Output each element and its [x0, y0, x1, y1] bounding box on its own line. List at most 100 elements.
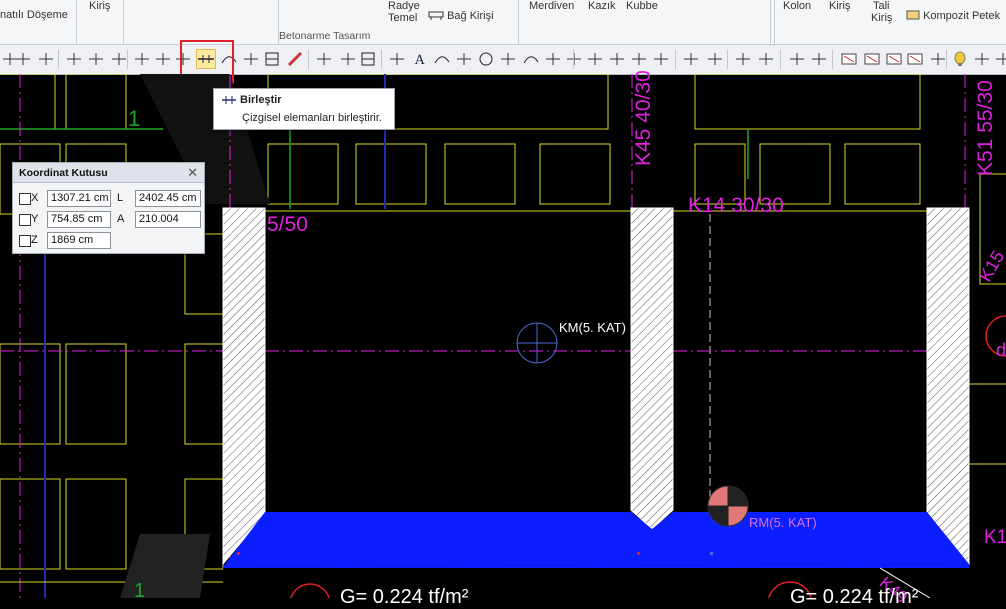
l-label: L	[117, 192, 124, 204]
ribbon-separator	[770, 0, 771, 44]
array-icon[interactable]	[315, 50, 333, 68]
rect-icon[interactable]	[263, 50, 281, 68]
z-checkbox[interactable]	[19, 235, 31, 247]
coordinate-box-titlebar[interactable]: Koordinat Kutusu ✕	[13, 163, 204, 183]
ramp-icon[interactable]	[544, 50, 562, 68]
table-icon[interactable]	[359, 50, 377, 68]
level-icon[interactable]	[682, 50, 700, 68]
ribbon-separator	[123, 0, 124, 44]
x-label: X	[31, 192, 39, 204]
save-icon[interactable]	[339, 50, 357, 68]
circle-icon[interactable]	[477, 50, 495, 68]
pin-icon[interactable]	[14, 50, 32, 68]
wall-middle	[630, 207, 674, 530]
split-icon[interactable]	[154, 50, 172, 68]
ribbon-item-kubbe[interactable]: Kubbe	[626, 0, 658, 12]
3r-icon[interactable]	[885, 50, 903, 68]
camera-icon[interactable]	[706, 50, 724, 68]
label-k1: K1	[984, 527, 1006, 548]
area-icon[interactable]	[652, 50, 670, 68]
coordinate-box-title: Koordinat Kutusu	[19, 167, 108, 179]
z-field[interactable]: 1869 cm	[47, 232, 111, 249]
hatch-icon[interactable]	[586, 50, 604, 68]
dim-icon[interactable]	[87, 50, 105, 68]
y-field[interactable]: 754.85 cm	[47, 211, 111, 228]
composite-icon	[906, 10, 920, 20]
shape-icon[interactable]	[110, 50, 128, 68]
ribbon-item-kazik[interactable]: Kazık	[588, 0, 616, 12]
ribbon-item-tali[interactable]: Tali	[873, 0, 890, 12]
paste-icon[interactable]	[757, 50, 775, 68]
ribbon-item-tali-kiris[interactable]: Kiriş	[871, 12, 892, 24]
tag-icon[interactable]	[630, 50, 648, 68]
toolbar-separator	[946, 50, 947, 69]
toolbar-separator	[573, 50, 574, 69]
close-icon[interactable]: ✕	[187, 165, 198, 181]
arrow-icon[interactable]	[788, 50, 806, 68]
x-field[interactable]: 1307.21 cm	[47, 190, 111, 207]
layer-icon[interactable]	[994, 50, 1006, 68]
a-field[interactable]: 210.004	[135, 211, 201, 228]
ribbon-item-kompozit-petek[interactable]: Kompozit Petek	[906, 10, 1000, 22]
l-field[interactable]: 2402.45 cm	[135, 190, 201, 207]
cross-icon[interactable]	[810, 50, 828, 68]
fillet-icon[interactable]	[242, 50, 260, 68]
toolbar-separator	[780, 50, 781, 69]
draw-line-icon[interactable]	[65, 50, 83, 68]
measure-icon[interactable]	[608, 50, 626, 68]
polyline-icon[interactable]	[455, 50, 473, 68]
toolbar-separator	[308, 50, 309, 69]
grid-icon[interactable]	[37, 50, 55, 68]
ribbon-item-kiris-2[interactable]: Kiriş	[829, 0, 850, 12]
wall-left	[222, 207, 266, 566]
slab-blue	[223, 512, 969, 567]
brush-icon[interactable]	[286, 50, 304, 68]
tooltip-description: Çizgisel elemanları birleştirir.	[242, 112, 382, 124]
ribbon-separator	[518, 0, 519, 44]
y-checkbox[interactable]	[19, 214, 31, 226]
label-number-1a: 1	[128, 106, 141, 131]
toolbar-separator	[58, 50, 59, 69]
room-fill	[265, 211, 930, 511]
ribbon-item-temel[interactable]: Temel	[388, 12, 417, 24]
ribbon-item-bag-kirisi[interactable]: Bağ Kirişi	[428, 10, 494, 22]
ribbon-group-label: Betonarme Tasarım	[279, 30, 371, 42]
select-icon[interactable]	[565, 50, 583, 68]
curve-icon[interactable]	[433, 50, 451, 68]
bulb-icon[interactable]	[951, 50, 969, 68]
cloud-icon[interactable]	[499, 50, 517, 68]
more-icon[interactable]	[929, 50, 947, 68]
svg-text:A: A	[414, 53, 425, 68]
ribbon-item-doseme[interactable]: natılı Döşeme	[0, 9, 68, 21]
column-label-k14: K14 30/30	[688, 194, 784, 217]
xx-icon[interactable]	[840, 50, 858, 68]
ribbon-item-radye[interactable]: Radye	[388, 0, 420, 12]
join-icon	[222, 96, 236, 104]
ribbon-item-kiris[interactable]: Kiriş	[89, 0, 110, 12]
wave-icon[interactable]	[522, 50, 540, 68]
toolbar-separator	[381, 50, 382, 69]
label-number-1b: 1	[134, 580, 146, 602]
copy-icon[interactable]	[734, 50, 752, 68]
ribbon-separator	[774, 0, 775, 44]
text-icon[interactable]: A	[411, 50, 429, 68]
fill-icon[interactable]	[973, 50, 991, 68]
x-checkbox[interactable]	[19, 193, 31, 205]
lz-icon[interactable]	[863, 50, 881, 68]
ribbon: natılı Döşeme Kiriş Radye Temel Bağ Kiri…	[0, 0, 1006, 45]
wall-right	[926, 207, 970, 566]
ribbon-item-merdiven[interactable]: Merdiven	[529, 0, 574, 12]
ribbon-label-kompozit: Kompozit Petek	[923, 10, 1001, 22]
delete-icon[interactable]	[906, 50, 924, 68]
tooltip-birlestir: Birleştir Çizgisel elemanları birleştiri…	[213, 88, 395, 130]
ribbon-label-bag-kirisi: Bağ Kirişi	[447, 10, 494, 22]
toolbar-separator	[832, 50, 833, 69]
ribbon-item-kolon[interactable]: Kolon	[783, 0, 811, 12]
image-icon[interactable]	[388, 50, 406, 68]
column-icon[interactable]	[133, 50, 151, 68]
drawing-toolbar: A	[0, 45, 1006, 75]
label-d: d	[996, 340, 1006, 360]
coordinate-box[interactable]: Koordinat Kutusu ✕ X 1307.21 cm L 2402.4…	[12, 162, 205, 254]
cad-canvas[interactable]	[0, 74, 1006, 598]
column-label-k45: K45 40/30	[632, 70, 655, 166]
